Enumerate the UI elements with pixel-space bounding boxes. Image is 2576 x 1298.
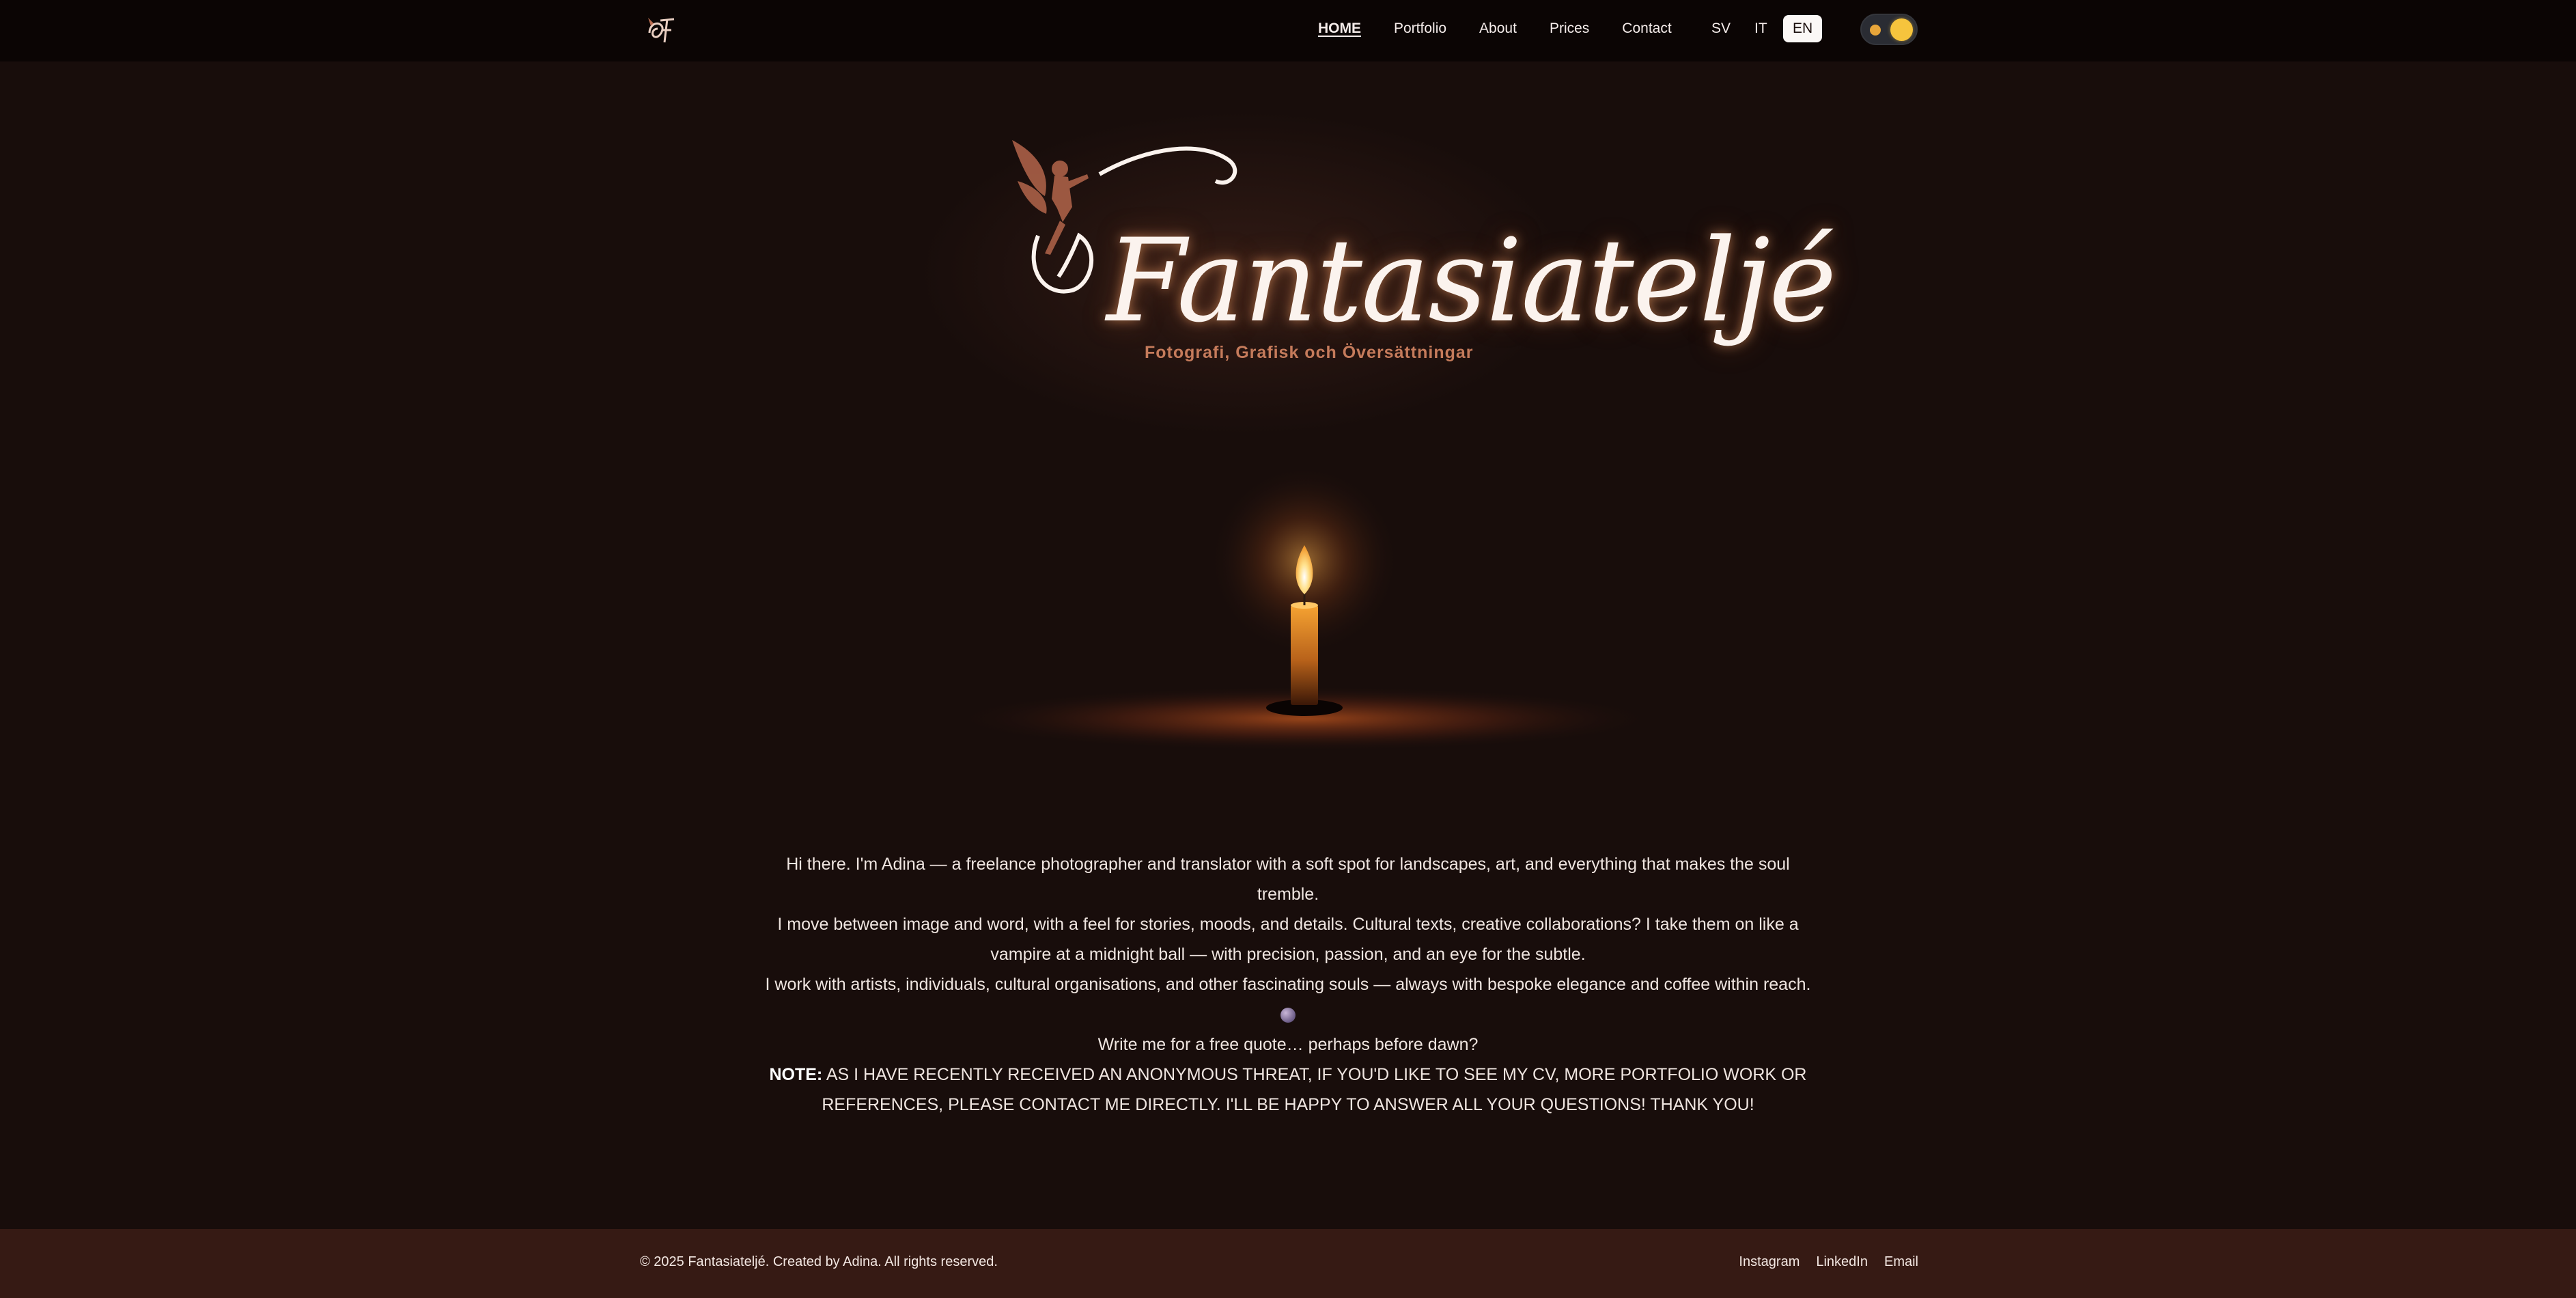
footer-links: Instagram LinkedIn Email — [1722, 1254, 1918, 1270]
footer-link-email[interactable]: Email — [1884, 1254, 1918, 1270]
intro-note: NOTE: AS I HAVE RECENTLY RECEIVED AN ANO… — [765, 1060, 1811, 1120]
language-sv-button[interactable]: SV — [1702, 15, 1740, 42]
nav-link-portfolio[interactable]: Portfolio — [1394, 20, 1446, 37]
nav-link-prices[interactable]: Prices — [1550, 20, 1589, 37]
theme-toggle[interactable] — [1860, 14, 1918, 45]
nav-link-home[interactable]: HOME — [1318, 20, 1361, 37]
note-label: NOTE: — [769, 1065, 823, 1084]
candle-icon — [949, 471, 1660, 751]
intro-line: I move between image and word, with a fe… — [777, 915, 1799, 964]
top-navbar: HOME Portfolio About Prices Contact SV I… — [0, 0, 2576, 61]
intro-line: Write me for a free quote… perhaps befor… — [1097, 1035, 1479, 1054]
main-nav: HOME Portfolio About Prices Contact — [1318, 0, 1705, 57]
sun-icon — [1890, 18, 1913, 41]
crystal-ball-icon — [1280, 1008, 1296, 1023]
note-text: AS I HAVE RECENTLY RECEIVED AN ANONYMOUS… — [822, 1065, 1807, 1114]
footer: © 2025 Fantasiateljé. Created by Adina. … — [0, 1229, 2576, 1298]
page: HOME Portfolio About Prices Contact SV I… — [0, 0, 2576, 1298]
footer-link-instagram[interactable]: Instagram — [1739, 1254, 1800, 1270]
nav-link-about[interactable]: About — [1479, 20, 1517, 37]
hero-subtitle: Fotografi, Grafisk och Översättningar — [1145, 343, 1474, 362]
footer-link-linkedin[interactable]: LinkedIn — [1816, 1254, 1868, 1270]
intro-line: I work with artists, individuals, cultur… — [765, 975, 1811, 994]
intro-text: Hi there. I'm Adina — a freelance photog… — [765, 849, 1811, 1120]
hero-title: Fantasiateljé — [1106, 214, 1836, 348]
nav-link-contact[interactable]: Contact — [1622, 20, 1671, 37]
language-en-button[interactable]: EN — [1783, 15, 1823, 42]
brand-logo-icon[interactable] — [644, 12, 681, 48]
intro-line: Hi there. I'm Adina — a freelance photog… — [786, 855, 1790, 904]
language-it-button[interactable]: IT — [1745, 15, 1777, 42]
copyright-text: © 2025 Fantasiateljé. Created by Adina. … — [640, 1254, 998, 1269]
moon-icon — [1870, 25, 1881, 36]
